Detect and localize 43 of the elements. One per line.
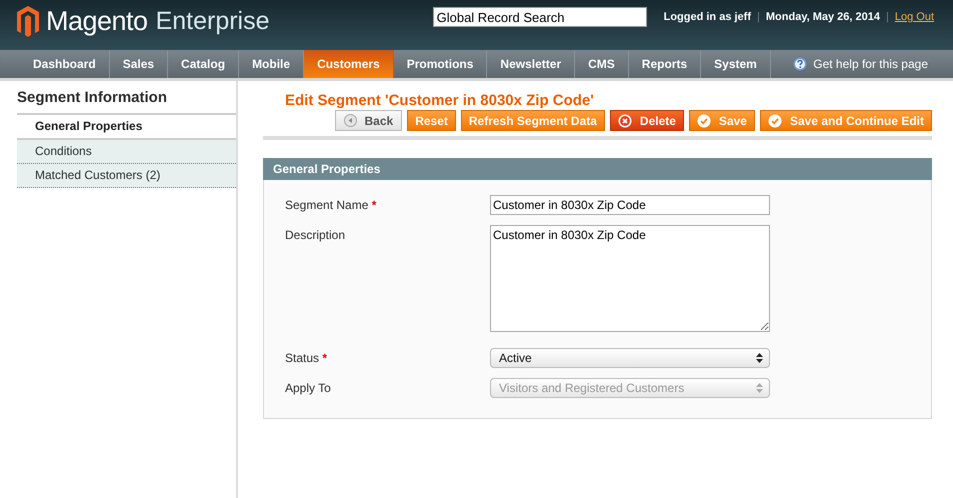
section-header: General Properties [263,158,932,180]
header-text: Logged in as jeff [664,11,752,23]
text-area[interactable]: Customer in 8030x Zip Code [490,225,770,332]
updown-icon [756,383,763,393]
save-button[interactable]: Save [688,110,755,131]
check-icon [696,114,711,128]
separator: | [886,11,889,23]
updown-icon [756,353,763,363]
header-text: Monday, May 26, 2014 [766,11,880,23]
save-button[interactable]: Save and Continue Edit [760,110,932,131]
page-title: Edit Segment 'Customer in 8030x Zip Code' [284,92,595,109]
check-icon [768,114,782,128]
nav-tab[interactable]: Catalog [168,50,240,78]
delete-icon [618,114,632,128]
sidebar-tab[interactable]: Conditions [17,140,236,164]
field-label: Status * [284,350,328,367]
nav-tab[interactable]: Newsletter [487,50,576,78]
nav-tab[interactable]: Sales [110,50,168,78]
field-label: Description [284,227,346,244]
logo-edition: Enterprise [156,7,270,36]
nav-tab[interactable]: CMS [575,50,629,78]
back-button[interactable]: Back [334,110,402,131]
action-button[interactable]: Reset [407,110,456,131]
help-icon [793,57,808,71]
action-button[interactable]: Refresh Segment Data [460,110,605,131]
help-text: Get help for this page [813,57,928,71]
nav-tab[interactable]: Customers [304,50,394,78]
input-field[interactable]: Customer in 8030x Zip Code [490,195,770,215]
delete-button[interactable]: Delete [610,110,684,131]
logo-icon [16,5,40,38]
nav-tab[interactable]: Reports [628,50,702,78]
nav-tab[interactable]: Dashboard [20,50,110,78]
select-dropdown[interactable]: Active [490,348,770,368]
sidebar-tab[interactable]: Matched Customers (2) [17,164,236,188]
logo-brand: Magento [46,6,148,37]
nav-tab[interactable]: Promotions [394,50,488,78]
separator: | [757,11,760,23]
nav-tab[interactable]: System [701,50,771,78]
search-field[interactable]: Global Record Search [432,7,647,27]
logout-link[interactable]: Log Out [894,11,934,23]
field-label: Apply To [284,380,332,397]
field-label: Segment Name * [284,197,378,214]
help-link[interactable]: Get help for this page [793,50,953,78]
